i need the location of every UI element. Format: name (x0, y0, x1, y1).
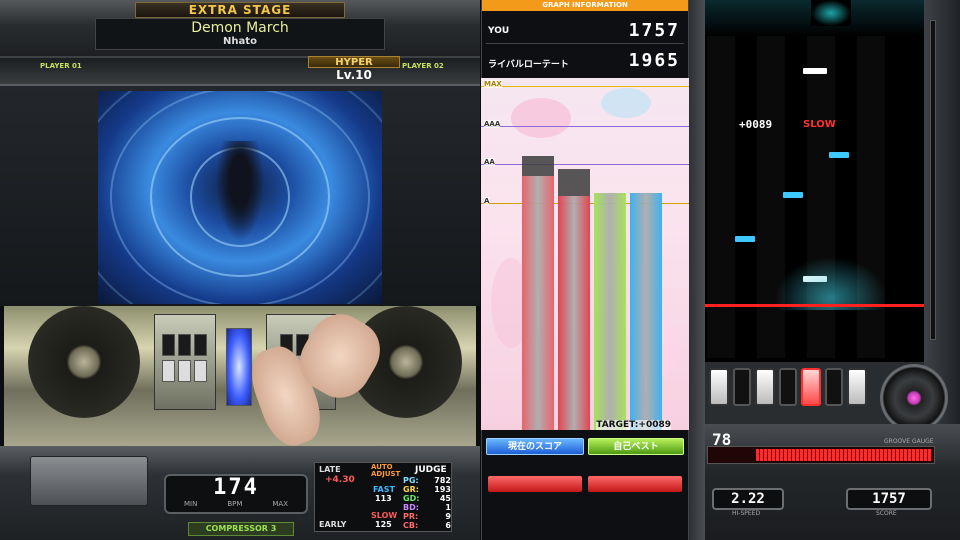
score-value: 1757 (872, 491, 906, 507)
hispeed-box: 2.22 (712, 488, 784, 510)
hand-camera (4, 306, 476, 446)
note-blue (783, 192, 803, 198)
offset-value: +4.30 (325, 475, 355, 485)
fast-value: 113 (375, 494, 392, 503)
target-label: TARGET:+0089 (596, 420, 671, 430)
song-info: Demon March Nhato (95, 18, 385, 50)
line-aa: AA (484, 158, 495, 166)
judge-row-label: BD: (403, 503, 419, 512)
auto-adjust-label: AUTO ADJUST (371, 463, 401, 478)
bga-movie (98, 91, 382, 304)
difficulty-level: Lv.10 (336, 68, 372, 82)
judge-row-value: 1 (445, 503, 451, 512)
judge-row-label: PR: (403, 512, 419, 521)
best-score-bar (588, 476, 682, 492)
score-bar (558, 196, 590, 430)
score-bar (594, 193, 626, 430)
score-box: 1757 (846, 488, 932, 510)
note-white (803, 68, 827, 74)
difficulty-label: HYPER (308, 56, 400, 68)
bpm-label: BPM (227, 500, 243, 508)
bpm-max-label: MAX (272, 500, 288, 508)
current-score-bar (488, 476, 582, 492)
difficulty-box: HYPER Lv.10 (308, 56, 400, 82)
bpm-display: 174 MIN BPM MAX (164, 474, 308, 514)
timing-value: +0089 (739, 118, 773, 131)
left-frame (689, 0, 705, 540)
you-score-row: YOU 1757 (486, 20, 684, 44)
slow-label: SLOW (371, 511, 398, 520)
judge-row-value: 45 (439, 494, 451, 503)
song-artist: Nhato (223, 36, 257, 47)
note-blue (735, 236, 755, 242)
judge-row-value: 6 (445, 521, 451, 530)
rival-label: ライバルローテート (488, 60, 569, 70)
stage-banner: EXTRA STAGE (135, 2, 345, 18)
judge-panel: LATE AUTO ADJUST JUDGE +4.30 FAST 113 SL… (314, 462, 452, 532)
current-score-button[interactable]: 現在のスコア (486, 438, 584, 455)
early-label: EARLY (319, 520, 347, 529)
lane-cover-slider[interactable] (930, 20, 936, 340)
rival-score: 1965 (628, 50, 680, 71)
you-score: 1757 (628, 20, 680, 41)
fast-label: FAST (373, 485, 395, 494)
personal-best-button[interactable]: 自己ベスト (588, 438, 684, 455)
player2-tag: PLAYER 02 (402, 62, 444, 70)
turntable (880, 364, 948, 432)
you-label: YOU (488, 26, 510, 36)
judge-row-label: GD: (403, 494, 420, 503)
hispeed-label: HI-SPEED (732, 510, 761, 517)
judge-title: JUDGE (415, 465, 447, 475)
slow-value: 125 (375, 520, 392, 529)
score-bar (630, 193, 662, 430)
player1-tag: PLAYER 01 (40, 62, 82, 70)
rival-score-row: ライバルローテート 1965 (486, 50, 684, 74)
bpm-min-label: MIN (184, 500, 198, 508)
hispeed-value: 2.22 (731, 491, 765, 507)
late-label: LATE (319, 465, 341, 474)
judge-row-value: 9 (445, 512, 451, 521)
graph-header: GRAPH INFORMATION (482, 0, 688, 11)
judge-line (705, 304, 925, 307)
judge-row-value: 193 (434, 485, 451, 494)
score-bar (522, 176, 554, 430)
groove-gauge (707, 446, 935, 464)
judge-row-value: 782 (434, 476, 451, 485)
option-label: COMPRESSOR 3 (188, 522, 294, 536)
judge-rows: PG: 782 GR: 193 GD: 45 BD: 1 PR: 9 CB: 6 (403, 476, 451, 530)
note-blue (829, 152, 849, 158)
line-max: MAX (484, 80, 502, 88)
timing-label: SLOW (803, 119, 836, 130)
line-a: A (484, 197, 490, 205)
gauge-label: GROOVE GAUGE (884, 438, 934, 445)
playfield: +0089 SLOW (705, 0, 925, 362)
song-title: Demon March (191, 20, 289, 36)
score-label: SCORE (876, 510, 897, 517)
bga-figure (216, 141, 264, 241)
judge-row-label: CB: (403, 521, 419, 530)
score-graph: MAX AAA AA A TARGET:+0089 (481, 78, 689, 430)
bpm-value: 174 (213, 475, 259, 500)
judge-row-label: PG: (403, 476, 419, 485)
line-aaa: AAA (484, 120, 501, 128)
judge-row-label: GR: (403, 485, 419, 494)
